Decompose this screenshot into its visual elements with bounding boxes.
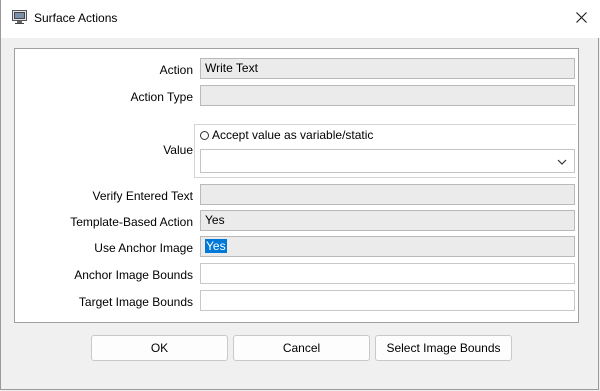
accept-value-radio[interactable] bbox=[200, 131, 209, 140]
ok-button[interactable]: OK bbox=[91, 335, 228, 361]
select-image-bounds-button[interactable]: Select Image Bounds bbox=[375, 335, 512, 361]
action-type-field bbox=[200, 85, 575, 106]
verify-text-field bbox=[200, 184, 575, 205]
anchor-bounds-label: Anchor Image Bounds bbox=[74, 268, 193, 282]
target-bounds-label: Target Image Bounds bbox=[78, 295, 193, 309]
chevron-down-icon bbox=[557, 156, 567, 166]
computer-monitor-icon bbox=[12, 10, 27, 24]
target-bounds-field[interactable] bbox=[200, 290, 575, 311]
title-bar: Surface Actions bbox=[1, 0, 600, 38]
window-title: Surface Actions bbox=[34, 11, 118, 25]
use-anchor-field[interactable]: Yes bbox=[200, 236, 575, 257]
action-label: Action bbox=[159, 63, 193, 77]
value-combo[interactable] bbox=[200, 149, 575, 173]
anchor-bounds-field[interactable] bbox=[200, 263, 575, 284]
use-anchor-label: Use Anchor Image bbox=[94, 241, 193, 255]
template-based-field: Yes bbox=[200, 210, 575, 231]
verify-text-label: Verify Entered Text bbox=[92, 189, 194, 203]
surface-actions-dialog: Surface Actions Action Write Text Action… bbox=[0, 0, 600, 390]
accept-value-radio-label: Accept value as variable/static bbox=[212, 128, 374, 142]
close-icon bbox=[575, 12, 587, 26]
action-field: Write Text bbox=[200, 58, 575, 79]
cancel-button[interactable]: Cancel bbox=[233, 335, 370, 361]
use-anchor-value: Yes bbox=[205, 239, 227, 253]
action-type-label: Action Type bbox=[130, 90, 193, 104]
template-based-label: Template-Based Action bbox=[70, 215, 193, 229]
close-button[interactable] bbox=[569, 8, 593, 30]
value-label: Value bbox=[163, 143, 193, 157]
